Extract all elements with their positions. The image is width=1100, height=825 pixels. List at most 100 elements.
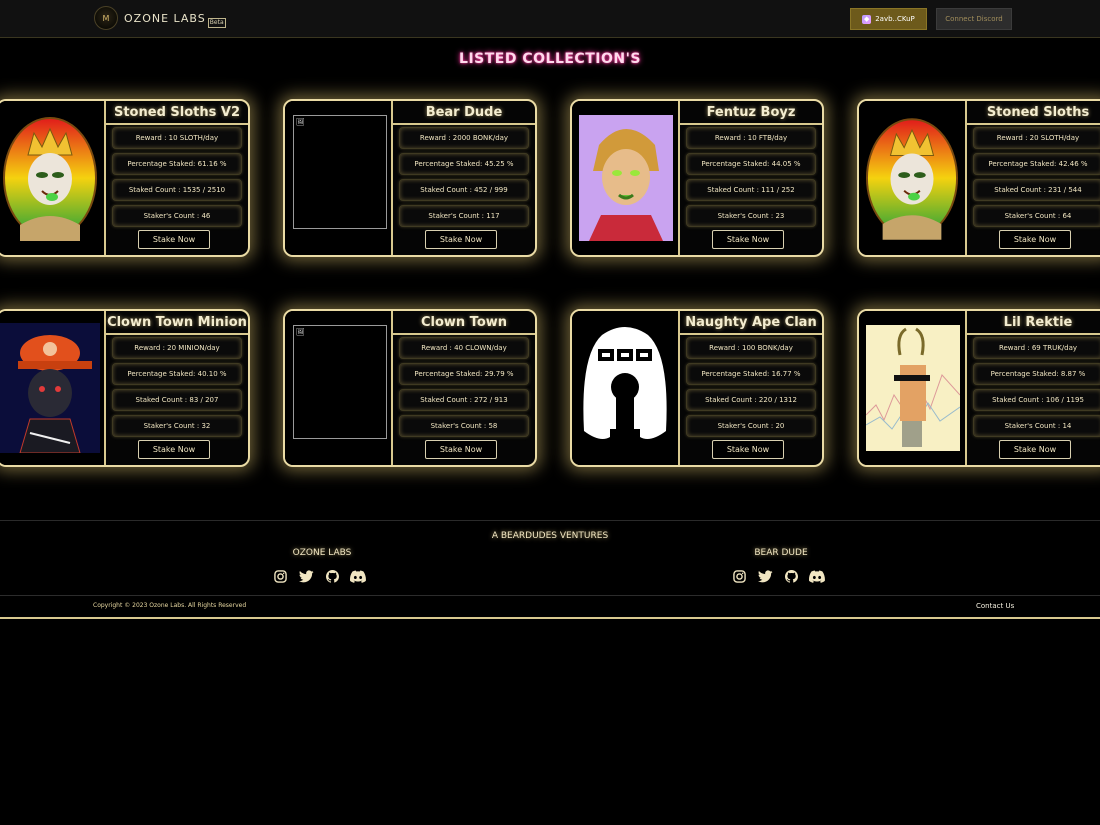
stake-now-button[interactable]: Stake Now: [712, 440, 784, 459]
stakers-count-stat: Staker's Count : 58: [399, 415, 529, 437]
footer-ozone-title: OZONE LABS: [292, 548, 352, 558]
reward-stat: Reward : 10 FTB/day: [686, 127, 816, 149]
staked-count-stat: Staked Count : 106 / 1195: [973, 389, 1100, 411]
brand-name: OZONE LABS: [124, 11, 206, 25]
footer-beardude-title: BEAR DUDE: [754, 548, 808, 558]
collection-image: 🖼: [285, 101, 393, 255]
clown-minion-image: [0, 323, 100, 453]
stakers-count-stat: Staker's Count : 64: [973, 205, 1100, 227]
collection-name: Stoned Sloths V2: [106, 101, 248, 125]
reward-stat: Reward : 10 SLOTH/day: [112, 127, 242, 149]
collection-card-lil-rektie: Lil Rektie Reward : 69 TRUK/day Percenta…: [857, 309, 1100, 467]
github-icon[interactable]: [783, 568, 799, 584]
staked-count-stat: Staked Count : 231 / 544: [973, 179, 1100, 201]
wallet-address: 2avb..CKuP: [875, 15, 915, 23]
ozone-logo-icon: M: [94, 6, 118, 30]
connect-discord-button[interactable]: Connect Discord: [936, 8, 1012, 30]
stake-now-button[interactable]: Stake Now: [425, 230, 497, 249]
stakers-count-stat: Staker's Count : 32: [112, 415, 242, 437]
percentage-staked-stat: Percentage Staked: 45.25 %: [399, 153, 529, 175]
stakers-count-stat: Staker's Count : 46: [112, 205, 242, 227]
broken-image: 🖼: [293, 115, 387, 229]
stake-now-button[interactable]: Stake Now: [999, 440, 1071, 459]
collection-name: Stoned Sloths: [967, 101, 1100, 125]
stakers-count-stat: Staker's Count : 117: [399, 205, 529, 227]
collection-card-stoned-sloths-v2: Stoned Sloths V2 Reward : 10 SLOTH/day P…: [0, 99, 250, 257]
phantom-wallet-icon: ◆: [862, 14, 872, 24]
github-icon[interactable]: [324, 568, 340, 584]
collection-image: 🖼: [285, 311, 393, 465]
collection-image: [0, 101, 106, 255]
footer-divider: [0, 595, 1100, 596]
discord-icon[interactable]: [809, 568, 825, 584]
instagram-icon[interactable]: [272, 568, 288, 584]
collection-image: [0, 311, 106, 465]
beardude-social-links: [731, 568, 825, 584]
top-nav: M OZONE LABS Beta ◆ 2avb..CKuP Connect D…: [0, 0, 1100, 38]
broken-image: 🖼: [293, 325, 387, 439]
reward-stat: Reward : 40 CLOWN/day: [399, 337, 529, 359]
collection-card-bear-dude: 🖼 Bear Dude Reward : 2000 BONK/day Perce…: [283, 99, 537, 257]
page-title: LISTED COLLECTION'S: [459, 51, 641, 67]
sloth-king-image: [865, 118, 959, 240]
reward-stat: Reward : 20 SLOTH/day: [973, 127, 1100, 149]
reward-stat: Reward : 20 MINION/day: [112, 337, 242, 359]
stakers-count-stat: Staker's Count : 20: [686, 415, 816, 437]
copyright-text: Copyright © 2023 Ozone Labs. All Rights …: [93, 602, 247, 609]
broken-image-icon: 🖼: [296, 118, 305, 126]
collection-card-clown-town-minion: Clown Town Minion Reward : 20 MINION/day…: [0, 309, 250, 467]
collection-image: [572, 311, 680, 465]
percentage-staked-stat: Percentage Staked: 44.05 %: [686, 153, 816, 175]
staked-count-stat: Staked Count : 83 / 207: [112, 389, 242, 411]
footer: A BEARDUDES VENTURES OZONE LABS BEAR DUD…: [0, 520, 1100, 619]
collection-card-stoned-sloths: Stoned Sloths Reward : 20 SLOTH/day Perc…: [857, 99, 1100, 257]
twitter-icon[interactable]: [298, 568, 314, 584]
collection-card-clown-town: 🖼 Clown Town Reward : 40 CLOWN/day Perce…: [283, 309, 537, 467]
staked-count-stat: Staked Count : 272 / 913: [399, 389, 529, 411]
staked-count-stat: Staked Count : 452 / 999: [399, 179, 529, 201]
reward-stat: Reward : 69 TRUK/day: [973, 337, 1100, 359]
brand-logo[interactable]: M OZONE LABS Beta: [94, 6, 226, 30]
staked-count-stat: Staked Count : 111 / 252: [686, 179, 816, 201]
contact-us-link[interactable]: Contact Us: [976, 602, 1014, 610]
broken-image-icon: 🖼: [296, 328, 305, 336]
sloth-king-image: [3, 117, 97, 241]
stake-now-button[interactable]: Stake Now: [138, 230, 210, 249]
stake-now-button[interactable]: Stake Now: [138, 440, 210, 459]
percentage-staked-stat: Percentage Staked: 42.46 %: [973, 153, 1100, 175]
venture-label: A BEARDUDES VENTURES: [491, 531, 609, 541]
ozone-social-links: [272, 568, 366, 584]
percentage-staked-stat: Percentage Staked: 61.16 %: [112, 153, 242, 175]
stake-now-button[interactable]: Stake Now: [712, 230, 784, 249]
staked-count-stat: Staked Count : 220 / 1312: [686, 389, 816, 411]
discord-icon[interactable]: [350, 568, 366, 584]
collection-image: [859, 101, 967, 255]
lil-rektie-image: [866, 325, 960, 451]
collection-name: Clown Town Minion: [106, 311, 248, 335]
stakers-count-stat: Staker's Count : 14: [973, 415, 1100, 437]
collection-name: Clown Town: [393, 311, 535, 335]
staked-count-stat: Staked Count : 1535 / 2510: [112, 179, 242, 201]
collection-name: Lil Rektie: [967, 311, 1100, 335]
instagram-icon[interactable]: [731, 568, 747, 584]
collection-name: Fentuz Boyz: [680, 101, 822, 125]
percentage-staked-stat: Percentage Staked: 40.10 %: [112, 363, 242, 385]
collection-name: Naughty Ape Clan: [680, 311, 822, 335]
collection-card-fentuz-boyz: Fentuz Boyz Reward : 10 FTB/day Percenta…: [570, 99, 824, 257]
collection-name: Bear Dude: [393, 101, 535, 125]
collection-card-naughty-ape-clan: Naughty Ape Clan Reward : 100 BONK/day P…: [570, 309, 824, 467]
reward-stat: Reward : 2000 BONK/day: [399, 127, 529, 149]
collection-image: [859, 311, 967, 465]
logo-mark: M: [102, 13, 110, 23]
reward-stat: Reward : 100 BONK/day: [686, 337, 816, 359]
twitter-icon[interactable]: [757, 568, 773, 584]
percentage-staked-stat: Percentage Staked: 16.77 %: [686, 363, 816, 385]
wallet-button[interactable]: ◆ 2avb..CKuP: [850, 8, 927, 30]
fentuz-boy-image: [579, 115, 673, 241]
beta-badge: Beta: [207, 18, 226, 28]
percentage-staked-stat: Percentage Staked: 8.87 %: [973, 363, 1100, 385]
stake-now-button[interactable]: Stake Now: [999, 230, 1071, 249]
stake-now-button[interactable]: Stake Now: [425, 440, 497, 459]
collection-image: [572, 101, 680, 255]
stakers-count-stat: Staker's Count : 23: [686, 205, 816, 227]
